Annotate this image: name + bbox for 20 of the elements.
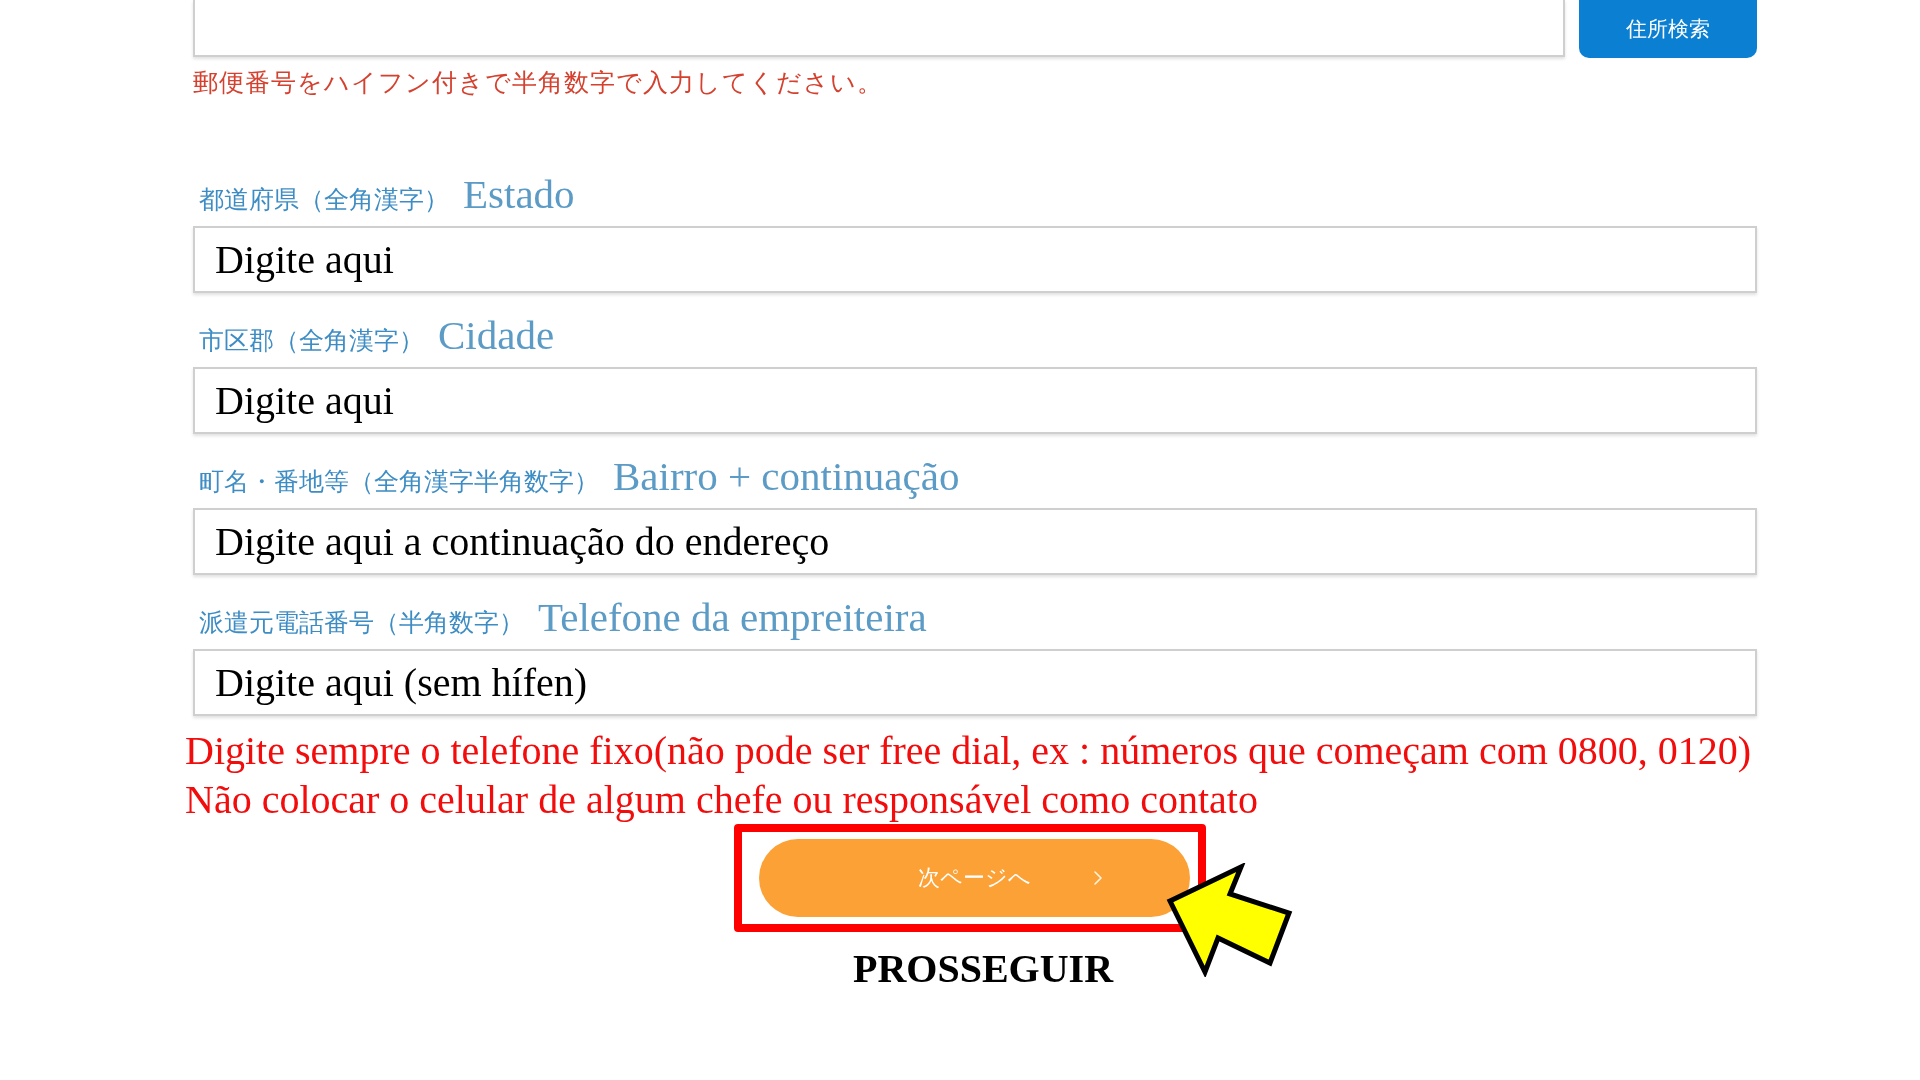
field-label: 町名・番地等（全角漢字半角数字） <box>199 466 599 498</box>
address-search-button[interactable]: 住所検索 <box>1579 0 1757 58</box>
note-text: Não colocar o celular de algum chefe ou responsável como contato <box>185 776 1259 824</box>
arrow-icon <box>1164 863 1293 977</box>
field-label-translation: Telefone da empreiteira <box>538 593 927 641</box>
postal-code-field[interactable] <box>193 0 1565 57</box>
text-field[interactable]: Digite aqui <box>193 226 1757 293</box>
field-label-translation: Bairro + continuação <box>613 452 960 500</box>
field-label: 都道府県（全角漢字） <box>199 184 449 216</box>
text-field[interactable]: Digite aqui (sem hífen) <box>193 649 1757 716</box>
text-field[interactable]: Digite aqui <box>193 367 1757 434</box>
field-label: 派遣元電話番号（半角数字） <box>199 607 524 639</box>
field-label-translation: Estado <box>463 170 575 218</box>
note-text: Digite sempre o telefone fixo(não pode ser free dial, ex : números que começam com 0800, 0120) <box>185 727 1753 775</box>
caption-text: PROSSEGUIR <box>852 946 1114 992</box>
field-label-translation: Cidade <box>438 311 555 359</box>
text-field[interactable]: Digite aqui a continuação do endereço <box>193 508 1757 575</box>
field-label: 市区郡（全角漢字） <box>199 325 424 357</box>
hint-text: 郵便番号をハイフン付きで半角数字で入力してください。 <box>193 68 884 98</box>
chevron-right-icon <box>1094 871 1102 885</box>
